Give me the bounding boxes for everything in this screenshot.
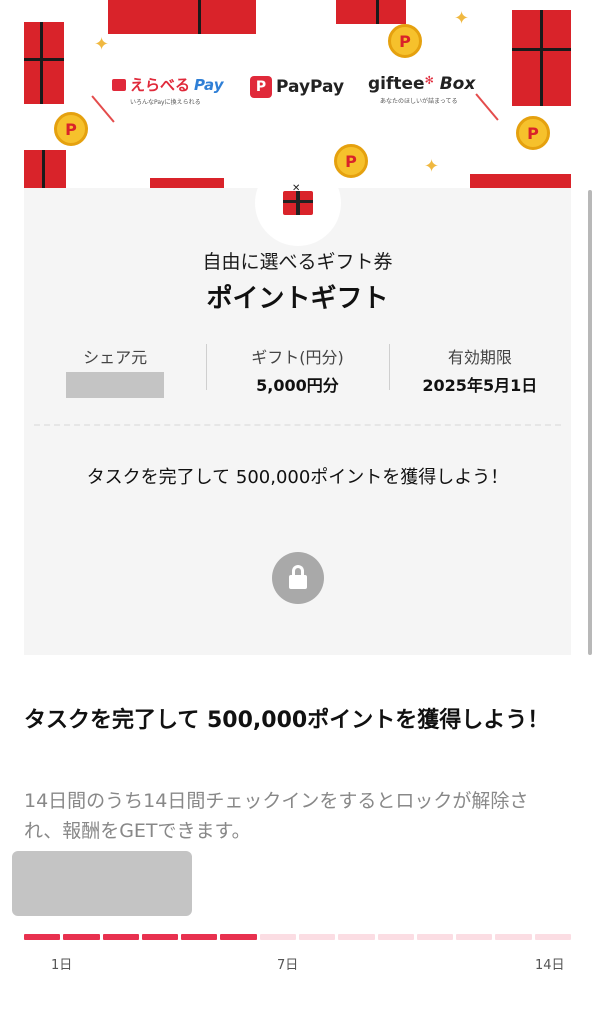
info-label: 有効期限 [447,348,512,367]
info-value: 5,000円分 [256,376,339,395]
gift-info-row: シェア元 ギフト(円分) 5,000円分 有効期限 2025年5月1日 [24,340,571,398]
gift-box-decoration [108,0,256,34]
gift-title: ポイントギフト [206,284,389,314]
coin-icon: P [516,116,550,150]
sparkle-icon: ✦ [94,34,110,55]
gift-card: P P P P ✦ ✦ ✦ えらべる Pay いろんなPayに換えられる P Pa… [24,0,571,655]
gift-box-decoration [470,174,571,188]
coin-icon: P [388,24,422,58]
progress-segment [24,934,61,940]
card-task-text: タスクを完了して 500,000ポイントを獲得しよう！ [86,467,509,488]
checkin-progress-bar [24,934,571,940]
progress-segment [259,934,296,940]
giftee-box-logo: giftee✻ Box あなたのほしいが詰まってる [368,74,476,105]
coin-icon: P [334,144,368,178]
info-expiry: 有効期限 2025年5月1日 [388,340,571,396]
progress-segment [181,934,218,940]
task-section-description: 14日間のうち14日間チェックインをするとロックが解除され、報酬をGETできます… [24,790,529,842]
info-share-source: シェア元 [24,340,206,398]
progress-segment [534,934,571,940]
gift-badge: ✕ [255,160,341,246]
progress-label-start: 1日 [51,958,73,973]
scrollbar[interactable] [588,190,592,655]
paypay-icon: P [250,76,272,98]
masked-action-button[interactable] [12,851,192,916]
gift-box-decoration [24,150,66,188]
progress-segment [102,934,139,940]
progress-segment [495,934,532,940]
masked-share-source [66,372,165,398]
info-label: ギフト(円分) [251,348,344,367]
brand-logos: えらべる Pay いろんなPayに換えられる P PayPay giftee✻ B… [24,70,571,110]
progress-segment [220,934,257,940]
gift-box-decoration [336,0,406,24]
progress-segment [298,934,336,940]
gift-icon: ✕ [283,183,313,215]
progress-label-end: 14日 [535,958,565,973]
sparkle-icon: ✦ [424,156,440,177]
progress-segment [63,934,100,940]
gift-box-decoration [150,178,224,188]
gift-subtitle: 自由に選べるギフト券 [202,251,393,273]
erabel-pay-icon [112,78,126,91]
coin-icon: P [54,112,88,146]
sparkle-icon: ✦ [454,8,470,29]
info-label: シェア元 [83,348,148,367]
progress-segment [416,934,454,940]
dashed-divider [34,424,561,426]
info-value: 2025年5月1日 [422,376,538,395]
progress-segment [456,934,493,940]
lock-icon [289,565,307,589]
paypay-logo: P PayPay [250,76,344,98]
lock-button[interactable] [272,552,324,604]
info-gift-amount: ギフト(円分) 5,000円分 [206,340,388,396]
progress-segment [338,934,375,940]
progress-segment [141,934,179,940]
task-section-title: タスクを完了して 500,000ポイントを獲得しよう！ [24,708,550,733]
progress-segment [377,934,414,940]
progress-label-mid: 7日 [277,958,299,973]
erabel-pay-logo: えらべる Pay いろんなPayに換えられる [112,74,232,106]
